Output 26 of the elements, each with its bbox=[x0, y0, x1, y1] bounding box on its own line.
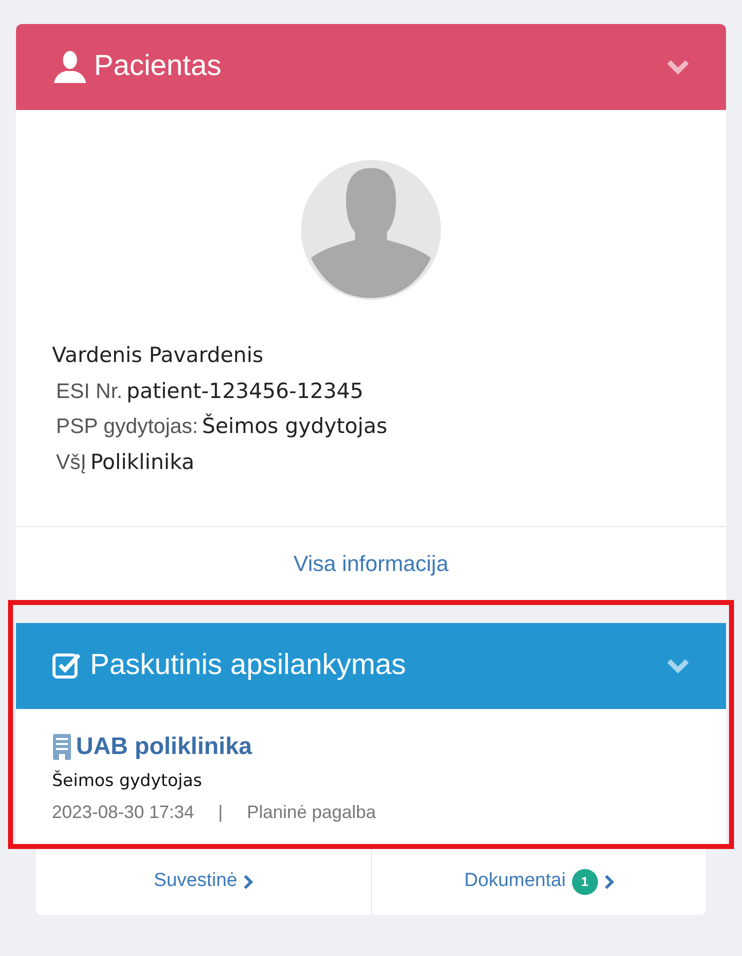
field-value: Šeimos gydytojas bbox=[202, 412, 388, 440]
field-value: patient-123456-12345 bbox=[126, 378, 364, 404]
visit-datetime: 2023-08-30 17:34 bbox=[52, 800, 194, 824]
footer-link[interactable]: Dokumentai 1 bbox=[371, 848, 706, 914]
panel-title: Pacientas bbox=[94, 49, 222, 84]
chevron-right-icon bbox=[604, 874, 614, 890]
care-type: Planinė pagalba bbox=[246, 800, 376, 824]
chevron-right-icon bbox=[243, 874, 254, 890]
field-label: PSP gydytojas: bbox=[56, 414, 198, 440]
institution-link[interactable]: UAB poliklinika bbox=[76, 729, 252, 765]
user-icon bbox=[52, 49, 88, 85]
field-label: VšĮ bbox=[56, 450, 86, 476]
avatar-silhouette-icon bbox=[301, 160, 441, 300]
full-info-link[interactable]: Visa informacija bbox=[294, 547, 448, 580]
separator-text: | bbox=[218, 800, 223, 824]
checkbox-checked-icon bbox=[52, 651, 82, 681]
specialist-text: Šeimos gydytojas bbox=[52, 769, 203, 793]
count-badge: 1 bbox=[572, 868, 598, 894]
patient-name: Vardenis Pavardenis bbox=[52, 342, 264, 369]
chevron-down-icon[interactable] bbox=[666, 658, 690, 674]
field-value: Poliklinika bbox=[90, 448, 194, 476]
panel-title: Paskutinis apsilankymas bbox=[90, 648, 406, 684]
chevron-down-icon[interactable] bbox=[666, 59, 690, 75]
building-icon bbox=[52, 733, 72, 761]
field-label: ESI Nr. bbox=[56, 378, 123, 404]
footer-link[interactable]: Suvestinė bbox=[36, 848, 371, 914]
